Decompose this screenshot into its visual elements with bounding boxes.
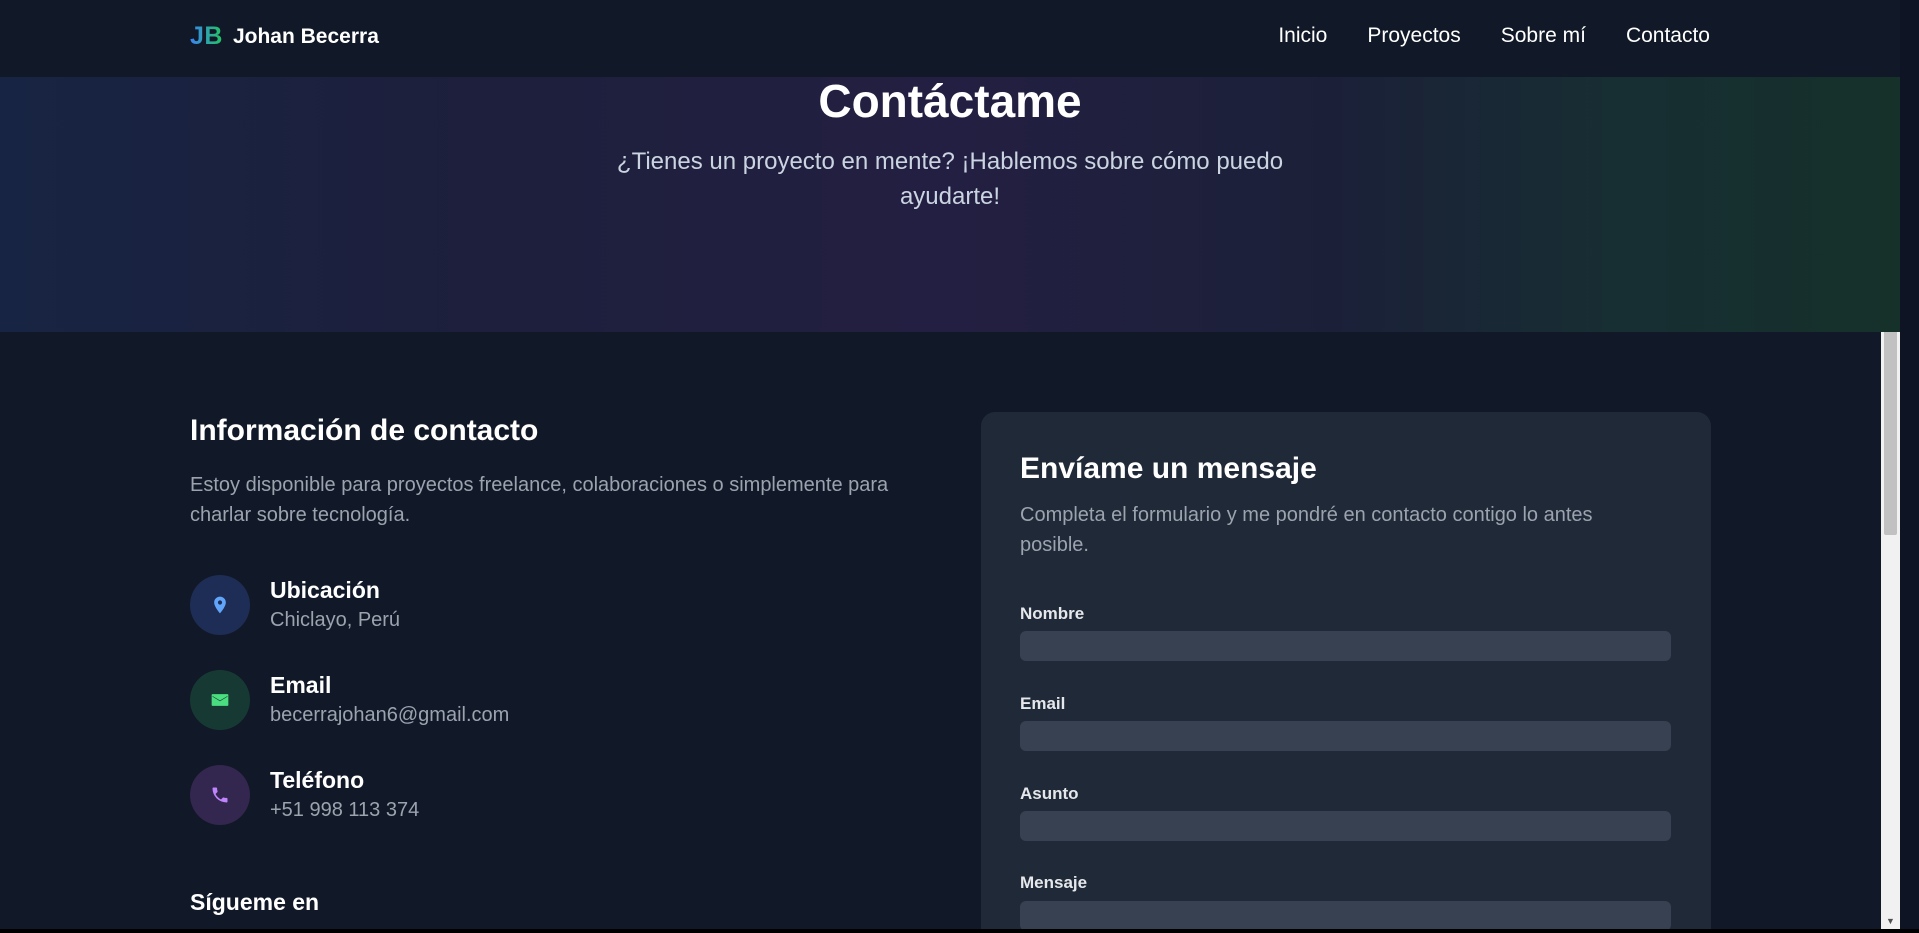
contact-info-description: Estoy disponible para proyectos freelanc… (190, 474, 889, 526)
form-description: Completa el formulario y me pondré en co… (1020, 504, 1593, 556)
subject-label: Asunto (1020, 784, 1079, 803)
contact-item-value[interactable]: becerrajohan6@gmail.com (270, 700, 509, 730)
window-bottom-edge (0, 929, 1919, 933)
brand-name: Johan Becerra (232, 24, 379, 48)
map-pin-icon (190, 575, 250, 635)
nav-menu: Inicio Proyectos Sobre mí Contacto (1278, 24, 1710, 48)
follow-heading: Sígueme en (190, 889, 320, 915)
nav-link-sobre-mi[interactable]: Sobre mí (1501, 24, 1586, 48)
message-label: Mensaje (1020, 873, 1088, 892)
hero-subtitle: ¿Tienes un proyecto en mente? ¡Hablemos … (616, 148, 1284, 210)
contact-item-label: Ubicación (270, 577, 380, 603)
email-label: Email (1020, 694, 1066, 713)
name-label: Nombre (1020, 604, 1085, 623)
brand-initials: JB (190, 22, 223, 50)
contact-item-location: Ubicación Chiclayo, Perú (190, 575, 400, 635)
form-title: Envíame un mensaje (1020, 452, 1317, 485)
contact-item-email: Email becerrajohan6@gmail.com (190, 670, 509, 730)
email-input[interactable] (1020, 721, 1671, 751)
brand-logo[interactable]: JB Johan Becerra (190, 22, 379, 51)
page-title: Contáctame (818, 75, 1082, 127)
contact-info-title: Información de contacto (190, 414, 539, 447)
nav-link-inicio[interactable]: Inicio (1278, 24, 1327, 48)
phone-icon (190, 765, 250, 825)
contact-item-value: Chiclayo, Perú (270, 609, 401, 631)
nav-link-contacto[interactable]: Contacto (1626, 24, 1710, 48)
scroll-down-icon[interactable]: ▼ (1881, 912, 1900, 929)
contact-item-value[interactable]: +51 998 113 374 (270, 795, 419, 825)
contact-form: Envíame un mensaje Completa el formulari… (981, 412, 1711, 929)
contact-item-phone: Teléfono +51 998 113 374 (190, 765, 419, 825)
mail-icon (190, 670, 250, 730)
nav-link-proyectos[interactable]: Proyectos (1367, 24, 1460, 48)
message-textarea[interactable] (1020, 901, 1671, 929)
name-input[interactable] (1020, 631, 1671, 661)
contact-item-label: Email (270, 672, 332, 698)
navbar: JB Johan Becerra Inicio Proyectos Sobre … (0, 0, 1900, 77)
page: JB Johan Becerra Inicio Proyectos Sobre … (0, 0, 1900, 929)
subject-input[interactable] (1020, 811, 1671, 841)
contact-item-label: Teléfono (270, 767, 365, 793)
contact-info-section: Información de contacto Estoy disponible… (190, 414, 910, 530)
